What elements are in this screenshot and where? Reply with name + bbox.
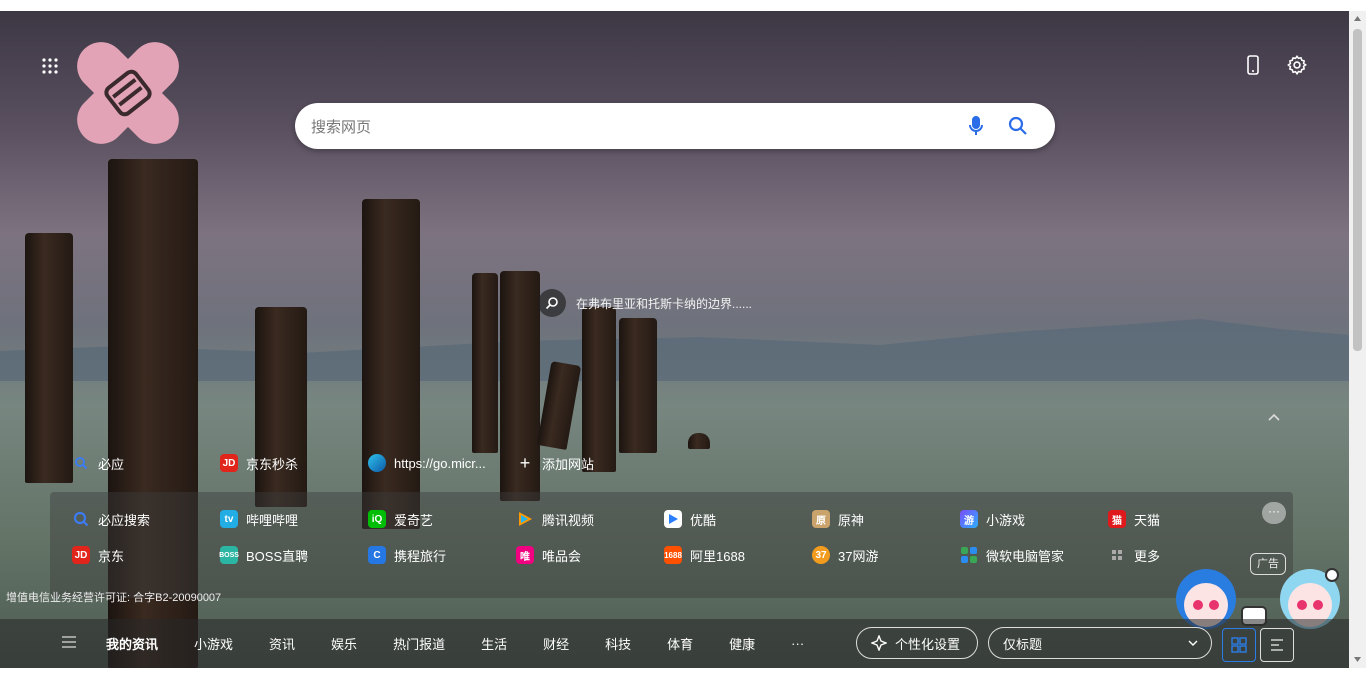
layout-select[interactable]: 仅标题 xyxy=(988,627,1212,659)
background-post xyxy=(362,199,420,529)
search-input[interactable] xyxy=(309,103,953,151)
tab-entertainment[interactable]: 娱乐 xyxy=(331,634,357,653)
background-post xyxy=(25,233,73,483)
license-text: 增值电信业务经营许可证: 合字B2-20090007 xyxy=(6,592,222,604)
alibaba-1688-icon: 1688 xyxy=(664,546,682,564)
ctrip-icon: C xyxy=(368,546,386,564)
scroll-up-icon[interactable] xyxy=(1353,14,1362,23)
tab-sports[interactable]: 体育 xyxy=(667,634,693,653)
chevron-down-icon xyxy=(1188,640,1198,646)
site-pc-manager[interactable]: 微软电脑管家 xyxy=(960,543,1108,567)
background-hills xyxy=(0,319,1349,381)
menu-icon[interactable] xyxy=(62,636,76,651)
tmall-icon: 猫 xyxy=(1108,510,1126,528)
tab-health[interactable]: 健康 xyxy=(729,634,755,653)
image-search-icon xyxy=(538,289,566,317)
mini-games-icon: 游 xyxy=(960,510,978,528)
site-boss-zhipin[interactable]: BOSS BOSS直聘 xyxy=(219,543,368,567)
37wan-icon: 37 xyxy=(812,546,830,564)
bing-search-icon xyxy=(72,510,90,528)
tab-mini-games[interactable]: 小游戏 xyxy=(194,634,233,653)
microphone-icon[interactable] xyxy=(965,115,987,137)
background-post xyxy=(255,307,307,507)
personalize-button[interactable]: 个性化设置 xyxy=(856,627,978,659)
jd-icon: JD xyxy=(220,454,238,472)
grid-view-icon xyxy=(1231,637,1247,653)
background-post xyxy=(619,318,657,453)
site-ctrip[interactable]: C 携程旅行 xyxy=(368,543,516,567)
grid-view-button[interactable] xyxy=(1222,628,1256,662)
news-tabs: 我的资讯 小游戏 资讯 娱乐 热门报道 生活 财经 科技 体育 健康 ··· xyxy=(62,619,840,668)
boss-zhipin-icon: BOSS xyxy=(219,546,239,564)
quick-link-microsoft[interactable]: https://go.micr... xyxy=(368,451,516,475)
scrollbar-thumb[interactable] xyxy=(1353,29,1362,351)
apps-grid-icon[interactable] xyxy=(37,53,63,79)
background-post xyxy=(472,273,498,453)
add-site-button[interactable]: + 添加网站 xyxy=(516,451,664,475)
site-bilibili[interactable]: tv 哔哩哔哩 xyxy=(220,507,368,531)
site-37wan[interactable]: 37 37网游 xyxy=(812,543,960,567)
youku-icon xyxy=(664,510,682,528)
background-post xyxy=(688,433,710,449)
quick-links: 必应 JD 京东秒杀 https://go.micr... + 添加网站 xyxy=(72,451,664,475)
site-iqiyi[interactable]: iQ 爱奇艺 xyxy=(368,507,516,531)
more-apps-icon xyxy=(1108,546,1126,564)
bandage-logo-icon xyxy=(77,42,179,144)
tab-hot-reports[interactable]: 热门报道 xyxy=(393,634,445,653)
list-view-icon xyxy=(1271,639,1283,651)
sparkle-icon xyxy=(871,635,887,651)
vertical-scrollbar[interactable] xyxy=(1349,11,1366,668)
tab-more[interactable]: ··· xyxy=(791,636,804,651)
site-1688[interactable]: 1688 阿里1688 xyxy=(664,543,812,567)
bilibili-icon: tv xyxy=(220,510,238,528)
site-vip[interactable]: 唯唯品会 xyxy=(516,543,664,567)
search-icon[interactable] xyxy=(1007,115,1029,137)
new-tab-page: 在弗布里亚和托斯卡纳的边界...... 必应 JD 京东秒杀 https://g… xyxy=(0,11,1349,668)
tab-life[interactable]: 生活 xyxy=(481,634,507,653)
tencent-video-icon xyxy=(516,510,534,528)
plus-icon: + xyxy=(519,452,531,473)
site-bing-search[interactable]: 必应搜索 xyxy=(72,507,220,531)
site-youku[interactable]: 优酷 xyxy=(664,507,812,531)
bing-search-icon xyxy=(72,454,90,472)
image-caption[interactable]: 在弗布里亚和托斯卡纳的边界...... xyxy=(538,289,752,317)
sites-grid: 必应搜索 tv 哔哩哔哩 iQ 爱奇艺 腾讯视频 优酷 原原神 游小游戏 猫天猫 J… xyxy=(72,507,1256,567)
site-genshin[interactable]: 原原神 xyxy=(812,507,960,531)
background-post xyxy=(582,307,616,472)
list-view-button[interactable] xyxy=(1260,628,1294,662)
site-tencent-video[interactable]: 腾讯视频 xyxy=(516,507,664,531)
tab-news[interactable]: 资讯 xyxy=(269,634,295,653)
site-jd[interactable]: JD 京东 xyxy=(72,543,220,567)
search-box xyxy=(295,103,1055,151)
iqiyi-icon: iQ xyxy=(368,510,386,528)
chevron-up-icon[interactable] xyxy=(1266,409,1282,430)
more-options-button[interactable]: ··· xyxy=(1262,502,1286,524)
quick-link-bing[interactable]: 必应 xyxy=(72,451,220,475)
genshin-icon: 原 xyxy=(812,510,830,528)
tab-my-news[interactable]: 我的资讯 xyxy=(106,634,158,653)
tab-finance[interactable]: 财经 xyxy=(543,634,569,653)
scroll-down-icon[interactable] xyxy=(1353,655,1362,664)
pc-manager-icon xyxy=(960,546,978,564)
vip-icon: 唯 xyxy=(516,546,534,564)
gear-icon[interactable] xyxy=(1284,52,1310,78)
quick-link-jd-seckill[interactable]: JD 京东秒杀 xyxy=(220,451,368,475)
edge-icon xyxy=(368,454,386,472)
caption-text: 在弗布里亚和托斯卡纳的边界...... xyxy=(576,296,753,311)
jd-icon: JD xyxy=(72,546,90,564)
site-mini-games[interactable]: 游小游戏 xyxy=(960,507,1108,531)
phone-icon[interactable] xyxy=(1240,52,1266,78)
tab-tech[interactable]: 科技 xyxy=(605,634,631,653)
site-tmall[interactable]: 猫天猫 xyxy=(1108,507,1256,531)
